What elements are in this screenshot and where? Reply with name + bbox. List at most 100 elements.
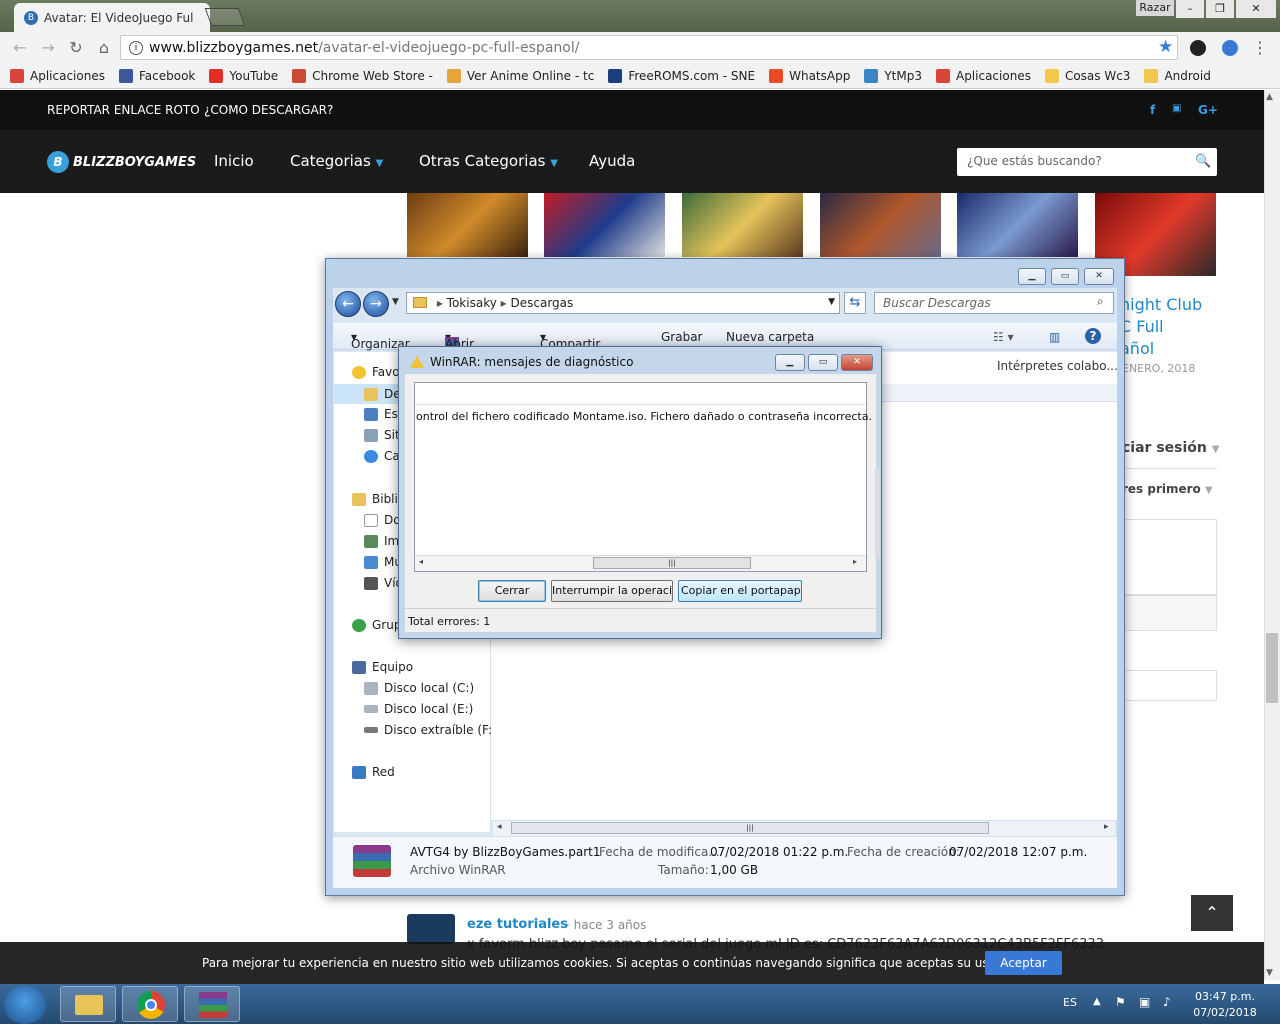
recent-pages-icon[interactable]: ▼ <box>392 297 399 307</box>
breadcrumb-tokisaky[interactable]: Tokisaky <box>447 296 497 310</box>
error-message[interactable]: ontrol del fichero codificado Montame.is… <box>416 410 872 423</box>
facebook-icon[interactable]: f <box>1150 103 1155 117</box>
bookmark-item[interactable]: FreeROMS.com - SNE <box>608 69 755 83</box>
nav-favorites[interactable]: Favo <box>352 365 400 379</box>
game-thumbnail[interactable] <box>682 193 803 257</box>
taskbar-chrome[interactable] <box>122 986 178 1022</box>
bookmark-item[interactable]: Ver Anime Online - tc <box>446 69 594 83</box>
share-menu[interactable]: Compartir con ▾ <box>540 330 600 365</box>
avatar[interactable] <box>407 914 455 944</box>
show-hidden-icons-icon[interactable]: ▲ <box>1093 996 1101 1007</box>
scroll-left-icon[interactable]: ◂ <box>497 822 502 832</box>
nav-pictures[interactable]: Im <box>364 534 399 548</box>
youtube-icon[interactable]: ▣ <box>1172 103 1181 114</box>
start-button[interactable] <box>4 986 46 1024</box>
scroll-left-icon[interactable]: ◂ <box>419 557 423 566</box>
forward-icon[interactable]: → <box>36 37 60 59</box>
game-thumbnail[interactable] <box>957 193 1078 257</box>
reload-icon[interactable]: ↻ <box>64 37 88 59</box>
bookmark-item[interactable]: Facebook <box>118 69 195 83</box>
nav-drive-f[interactable]: Disco extraíble (F:) <box>364 723 497 737</box>
nav-creative-cloud[interactable]: Ca <box>364 449 400 463</box>
bookmark-item[interactable]: Android <box>1144 69 1211 83</box>
maximize-button[interactable]: ❐ <box>1206 0 1234 18</box>
bookmark-item[interactable]: Chrome Web Store - <box>292 69 433 83</box>
search-icon[interactable]: 🔍 <box>1195 154 1211 169</box>
comment-box[interactable] <box>1122 519 1217 595</box>
explorer-maximize-button[interactable]: ▭ <box>1051 268 1079 285</box>
view-options-icon[interactable]: ☷ ▾ <box>993 330 1014 344</box>
nav-documents[interactable]: Do <box>364 513 401 527</box>
site-logo[interactable]: B BLIZZBOYGAMES <box>47 151 196 173</box>
bookmark-item[interactable]: WhatsApp <box>769 69 850 83</box>
extension-sync-icon[interactable] <box>1222 40 1238 56</box>
bookmark-star-icon[interactable]: ★ <box>1158 37 1173 57</box>
game-thumbnail[interactable] <box>544 193 665 257</box>
scroll-right-icon[interactable]: ▸ <box>1104 822 1109 832</box>
bookmark-item[interactable]: Aplicaciones <box>935 69 1031 83</box>
game-thumbnail[interactable] <box>407 193 528 257</box>
taskbar-winrar[interactable] <box>184 986 240 1022</box>
sidebar-post-title[interactable]: night Club C Full añol <box>1120 294 1280 360</box>
bookmark-item[interactable]: Cosas Wc3 <box>1044 69 1130 83</box>
scroll-right-icon[interactable]: ▸ <box>853 557 857 566</box>
preview-pane-icon[interactable]: ▥ <box>1049 330 1060 344</box>
open-menu[interactable]: Abrir ▾ <box>445 330 474 351</box>
google-plus-icon[interactable]: G+ <box>1198 103 1218 117</box>
page-scrollbar[interactable] <box>1264 90 1280 980</box>
minimize-button[interactable]: – <box>1176 0 1204 18</box>
nav-computer[interactable]: Equipo <box>352 660 413 674</box>
nav-categorias[interactable]: Categorias ▼ <box>290 152 383 170</box>
column-header-artists[interactable]: Intérpretes colabo... <box>997 359 1118 373</box>
language-indicator[interactable]: ES <box>1063 996 1077 1009</box>
explorer-minimize-button[interactable]: ▁ <box>1018 268 1046 285</box>
menu-icon[interactable]: ⋮ <box>1252 38 1268 57</box>
comment-author[interactable]: eze tutoriales <box>467 917 568 932</box>
explorer-close-button[interactable]: ✕ <box>1084 268 1114 285</box>
close-button[interactable]: ✕ <box>1236 0 1276 18</box>
dialog-maximize-button[interactable]: ▭ <box>808 354 838 371</box>
address-bar[interactable]: i www.blizzboygames.net/avatar-el-videoj… <box>120 35 1178 60</box>
nav-recent-places[interactable]: Sit <box>364 428 400 442</box>
explorer-address-bar[interactable]: ▸ Tokisaky ▸ Descargas ▼ <box>406 292 840 314</box>
message-hscroll-thumb[interactable]: ||| <box>593 557 751 569</box>
new-folder-button[interactable]: Nueva carpeta <box>726 330 814 344</box>
burn-button[interactable]: Grabar <box>661 330 703 344</box>
home-icon[interactable]: ⌂ <box>92 37 116 59</box>
nav-otras-categorias[interactable]: Otras Categorias ▼ <box>419 152 558 170</box>
bookmark-item[interactable]: YtMp3 <box>864 69 922 83</box>
scrollbar-thumb[interactable] <box>1266 633 1278 703</box>
hscroll-thumb[interactable]: ||| <box>511 822 989 834</box>
organize-menu[interactable]: Organizar ▾ <box>351 330 410 351</box>
copy-to-clipboard-button[interactable]: Copiar en el portapapeles <box>678 580 802 602</box>
breadcrumb-descargas[interactable]: Descargas <box>511 296 574 310</box>
new-tab-button[interactable] <box>204 8 246 26</box>
help-icon[interactable]: ? <box>1085 328 1101 344</box>
dialog-close-button[interactable]: ✕ <box>841 354 873 371</box>
explorer-forward-icon[interactable]: → <box>363 291 389 317</box>
nav-drive-c[interactable]: Disco local (C:) <box>364 681 474 695</box>
profile-button[interactable]: Razar <box>1136 0 1174 16</box>
scroll-down-icon[interactable]: ▼ <box>1266 968 1273 978</box>
action-center-icon[interactable]: ⚑ <box>1115 995 1126 1009</box>
close-button[interactable]: Cerrar <box>478 580 546 602</box>
volume-icon[interactable]: ♪ <box>1163 995 1171 1009</box>
report-link[interactable]: REPORTAR ENLACE ROTO <box>47 103 200 117</box>
explorer-back-icon[interactable]: ← <box>335 291 361 317</box>
nav-ayuda[interactable]: Ayuda <box>589 152 635 170</box>
extension-icon[interactable] <box>1190 40 1206 56</box>
nav-homegroup[interactable]: Grup <box>352 618 401 632</box>
sort-dropdown[interactable]: res primero ▼ <box>1122 482 1213 496</box>
scroll-up-icon[interactable]: ▲ <box>1266 92 1273 102</box>
bookmark-item[interactable]: YouTube <box>209 69 278 83</box>
browser-tab[interactable]: B Avatar: El VideoJuego Ful <box>14 3 210 32</box>
taskbar-explorer[interactable] <box>60 986 116 1022</box>
site-search-input[interactable]: ¿Que estás buscando? <box>957 148 1217 176</box>
accept-cookies-button[interactable]: Aceptar <box>985 951 1062 975</box>
game-thumbnail[interactable] <box>820 193 941 257</box>
comment-input[interactable] <box>1122 670 1217 701</box>
nav-music[interactable]: Mu <box>364 555 402 569</box>
explorer-search-input[interactable]: Buscar Descargas <box>874 292 1114 314</box>
clock[interactable]: 03:47 p.m. 07/02/2018 <box>1190 989 1260 1021</box>
refresh-icon[interactable]: ⇆ <box>844 292 866 314</box>
